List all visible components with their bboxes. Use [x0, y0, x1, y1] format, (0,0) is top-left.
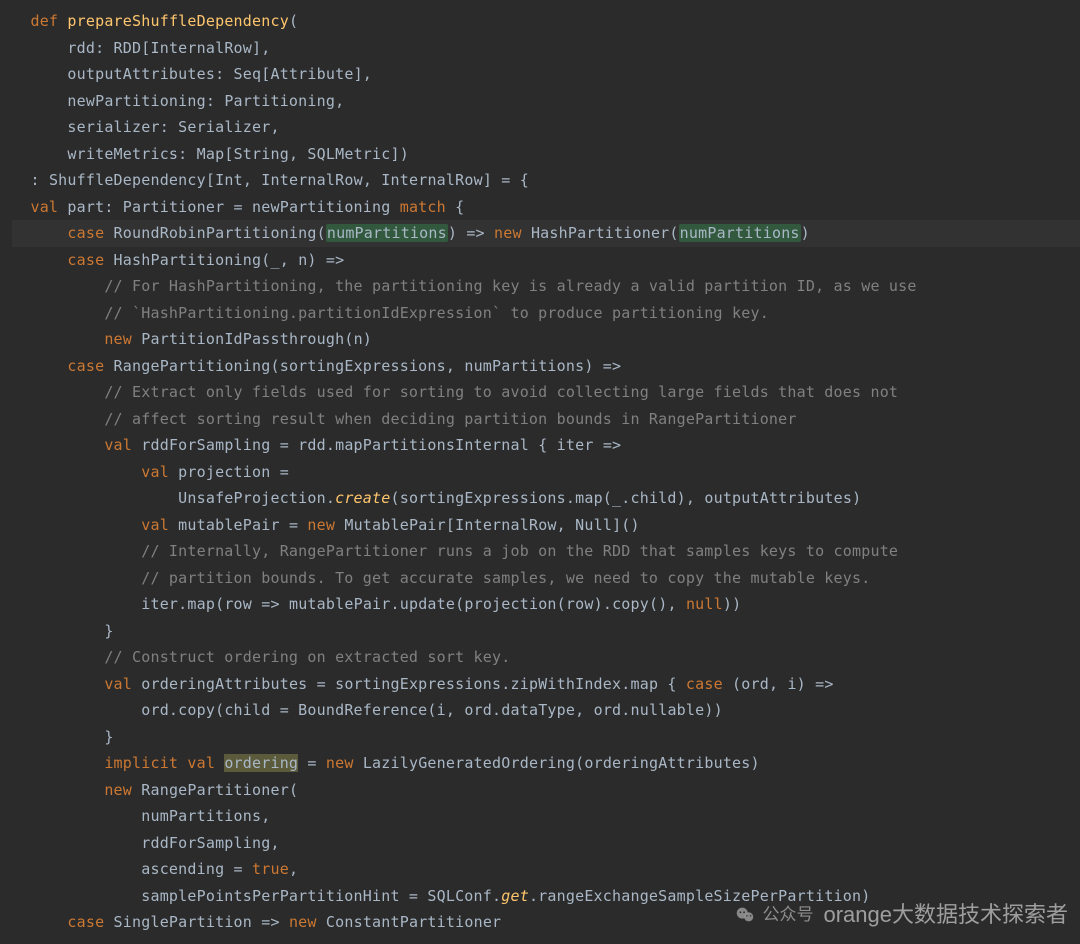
code-editor[interactable]: def prepareShuffleDependency( rdd: RDD[I… — [0, 0, 1080, 944]
